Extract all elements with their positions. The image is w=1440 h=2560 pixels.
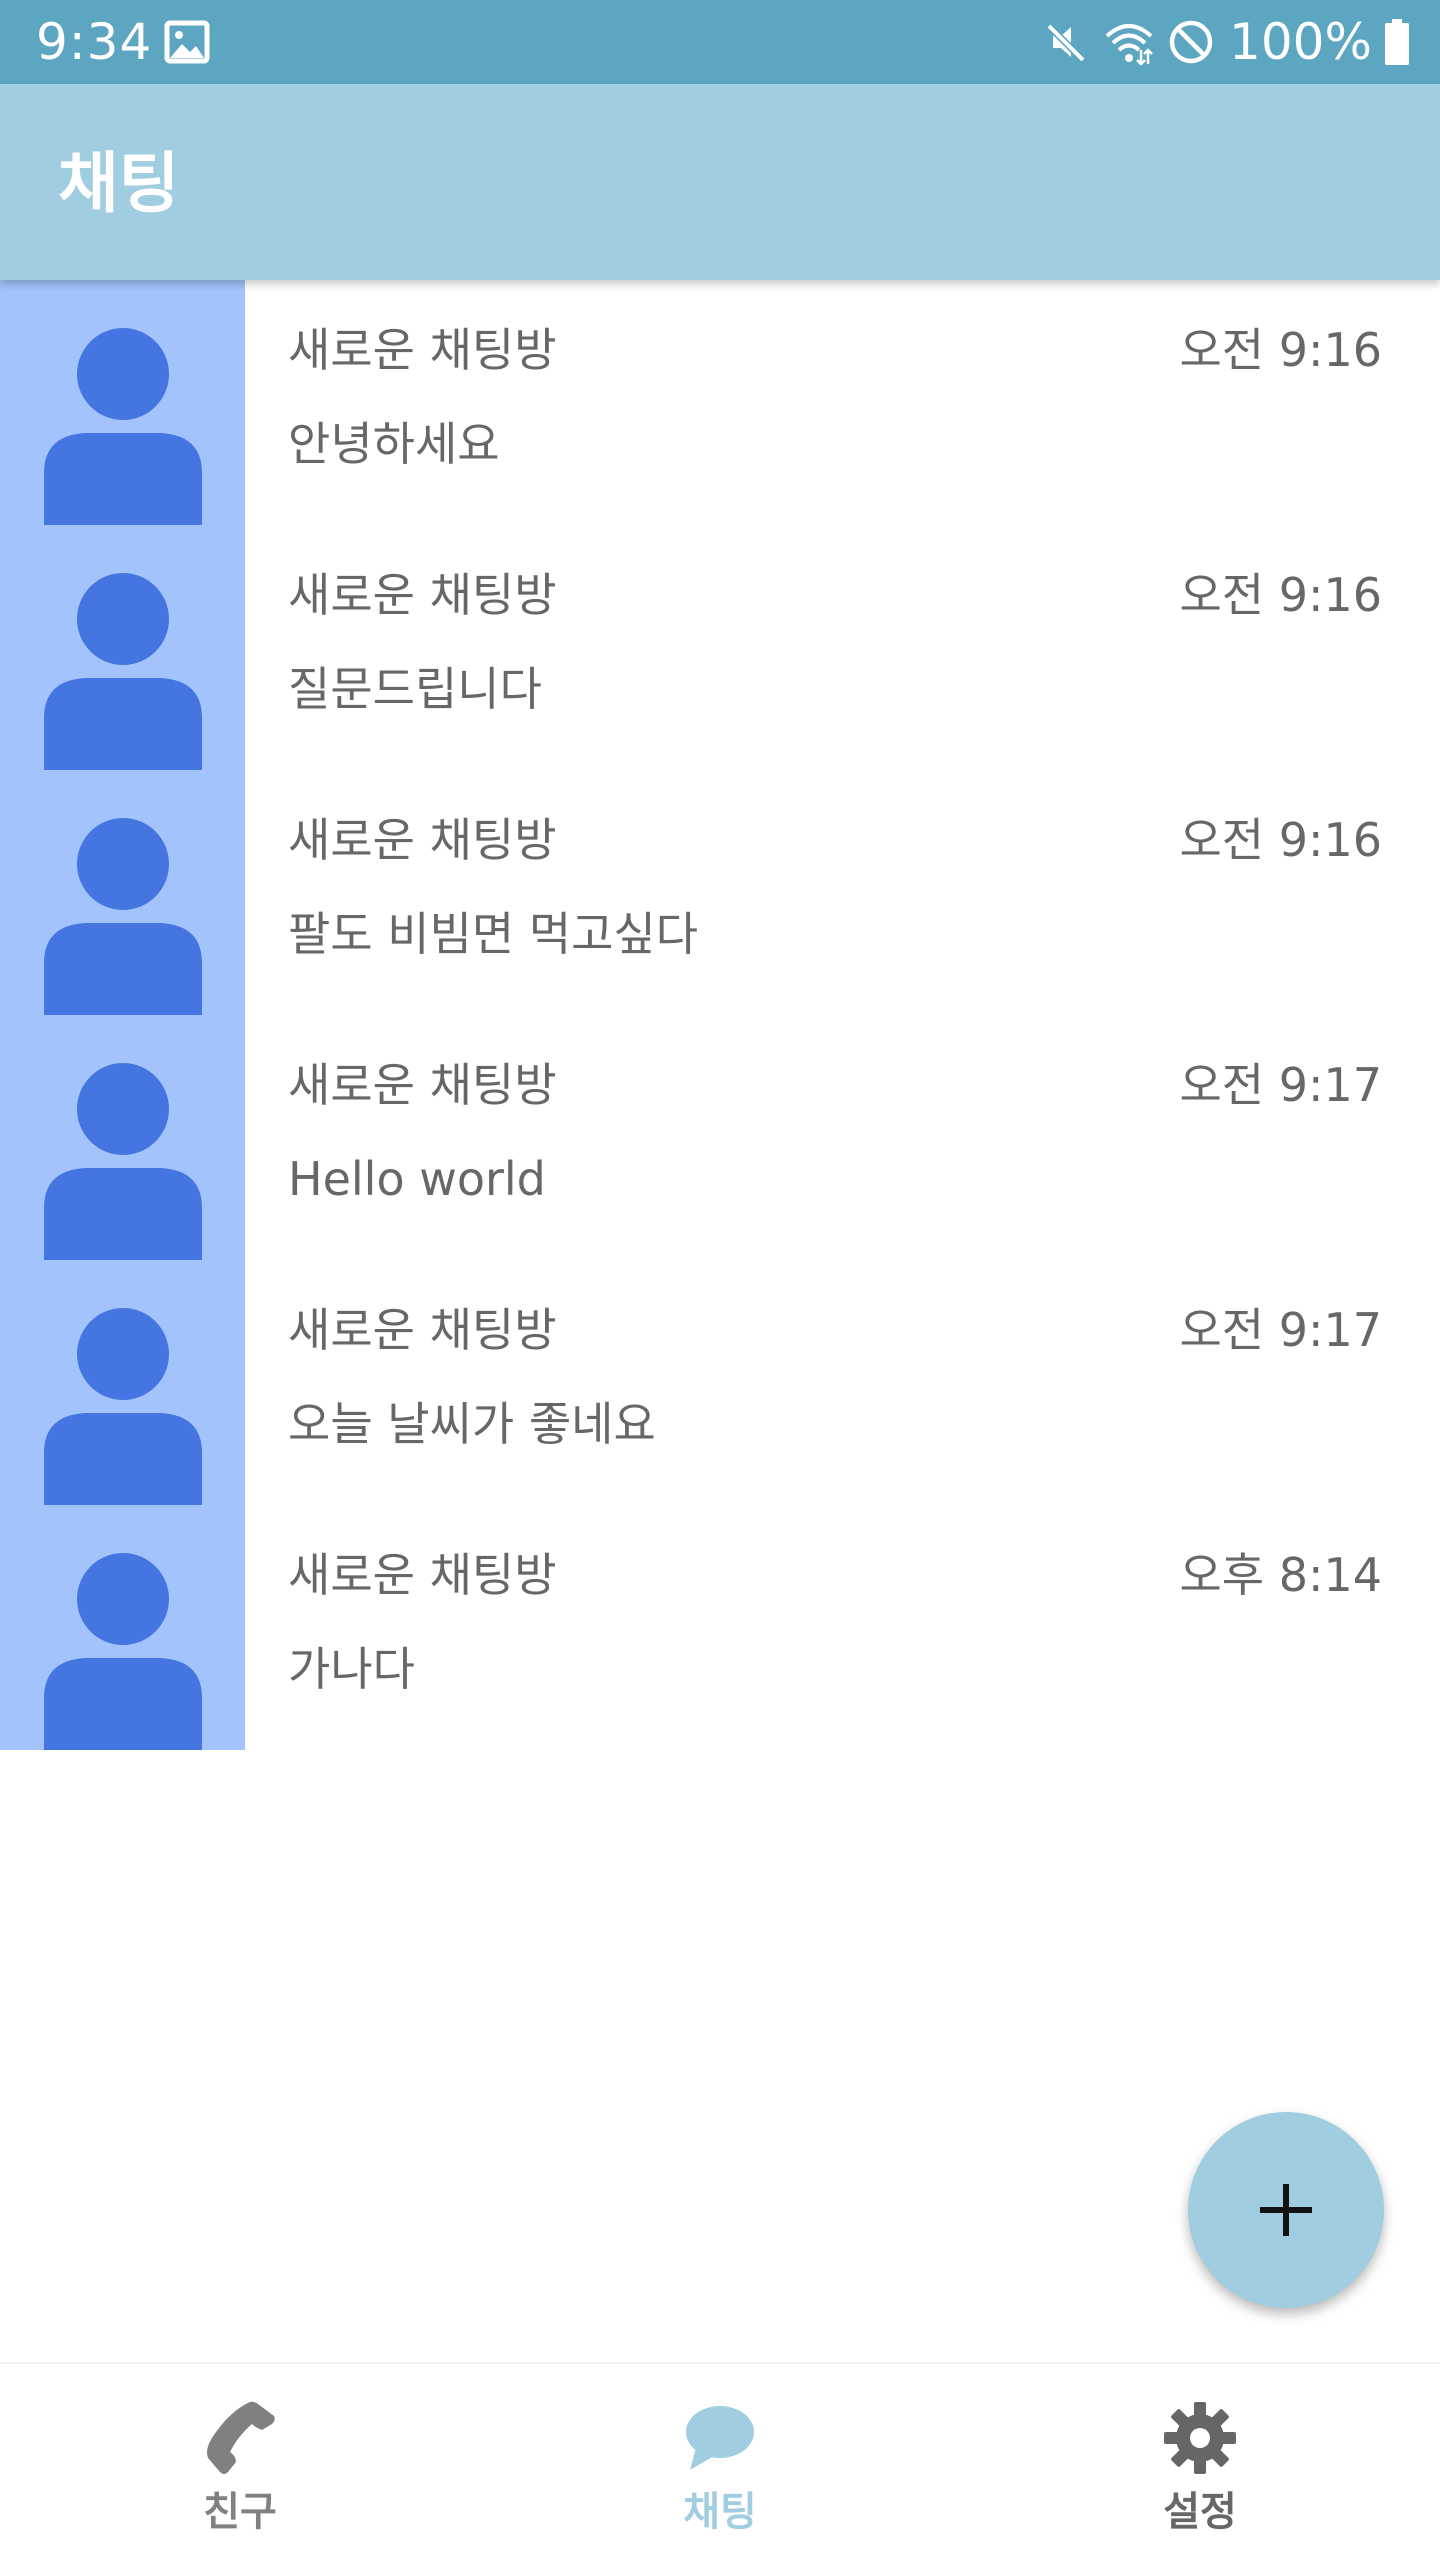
new-chat-button[interactable] [1188,2112,1384,2308]
chat-title: 새로운 채팅방 [288,323,557,377]
status-time: 9:34 [36,13,153,71]
page-title: 채팅 [58,145,180,222]
nav-item-chat[interactable]: 채팅 [480,2364,960,2560]
nav-label-friends: 친구 [203,2489,277,2535]
plus-icon [1260,2184,1312,2236]
chat-list-item[interactable]: 새로운 채팅방 오전 9:17 Hello world [0,1015,1440,1260]
chat-last-message: 질문드립니다 [288,662,542,716]
app-bar: 채팅 [0,84,1440,280]
image-icon [164,20,210,64]
chat-time: 오전 9:16 [1179,568,1382,622]
chat-title: 새로운 채팅방 [288,1303,557,1357]
chat-time: 오전 9:16 [1179,323,1382,377]
do-not-disturb-icon [1169,20,1213,64]
wifi-icon [1105,24,1153,66]
chat-list-item[interactable]: 새로운 채팅방 오전 9:16 안녕하세요 [0,280,1440,525]
gear-icon [1164,2402,1236,2474]
chat-time: 오전 9:17 [1179,1058,1382,1112]
chat-title: 새로운 채팅방 [288,568,557,622]
bottom-nav: 친구 채팅 설정 [0,2362,1440,2560]
mute-icon [1046,23,1086,63]
chat-last-message: 오늘 날씨가 좋네요 [288,1397,656,1451]
nav-label-chat: 채팅 [683,2489,757,2535]
chat-list-item[interactable]: 새로운 채팅방 오전 9:16 팔도 비빔면 먹고싶다 [0,770,1440,1015]
person-icon [44,573,202,770]
chat-list-item[interactable]: 새로운 채팅방 오전 9:16 질문드립니다 [0,525,1440,770]
battery-icon [1385,19,1409,65]
avatar [0,280,245,525]
status-bar: 9:34 100% [0,0,1440,84]
chat-title: 새로운 채팅방 [288,813,557,867]
chat-list-item[interactable]: 새로운 채팅방 오전 9:17 오늘 날씨가 좋네요 [0,1260,1440,1505]
avatar [0,770,245,1015]
chat-list-item[interactable]: 새로운 채팅방 오후 8:14 가나다 [0,1505,1440,1750]
person-icon [44,1063,202,1260]
chat-time: 오전 9:17 [1179,1303,1382,1357]
chat-list: 새로운 채팅방 오전 9:16 안녕하세요 새로운 채팅방 오전 9:16 질문… [0,280,1440,1750]
chat-last-message: 안녕하세요 [288,417,500,471]
phone-icon [207,2401,275,2474]
nav-label-settings: 설정 [1163,2489,1237,2535]
battery-percent: 100% [1229,13,1372,71]
chat-last-message: Hello world [288,1152,546,1206]
chat-screen: 9:34 100% 채팅 새로운 채팅방 오전 9:16 안녕하세요 새로운 채… [0,0,1440,2560]
chat-last-message: 가나다 [288,1642,415,1696]
person-icon [44,818,202,1015]
chat-time: 오전 9:16 [1179,813,1382,867]
person-icon [44,1553,202,1750]
nav-item-settings[interactable]: 설정 [960,2364,1440,2560]
chat-time: 오후 8:14 [1179,1548,1382,1602]
person-icon [44,328,202,525]
chat-title: 새로운 채팅방 [288,1058,557,1112]
nav-item-friends[interactable]: 친구 [0,2364,480,2560]
avatar [0,1260,245,1505]
person-icon [44,1308,202,1505]
avatar [0,525,245,770]
chat-title: 새로운 채팅방 [288,1548,557,1602]
chat-last-message: 팔도 비빔면 먹고싶다 [288,907,699,961]
avatar [0,1505,245,1750]
avatar [0,1015,245,1260]
chat-bubble-icon [686,2406,754,2470]
